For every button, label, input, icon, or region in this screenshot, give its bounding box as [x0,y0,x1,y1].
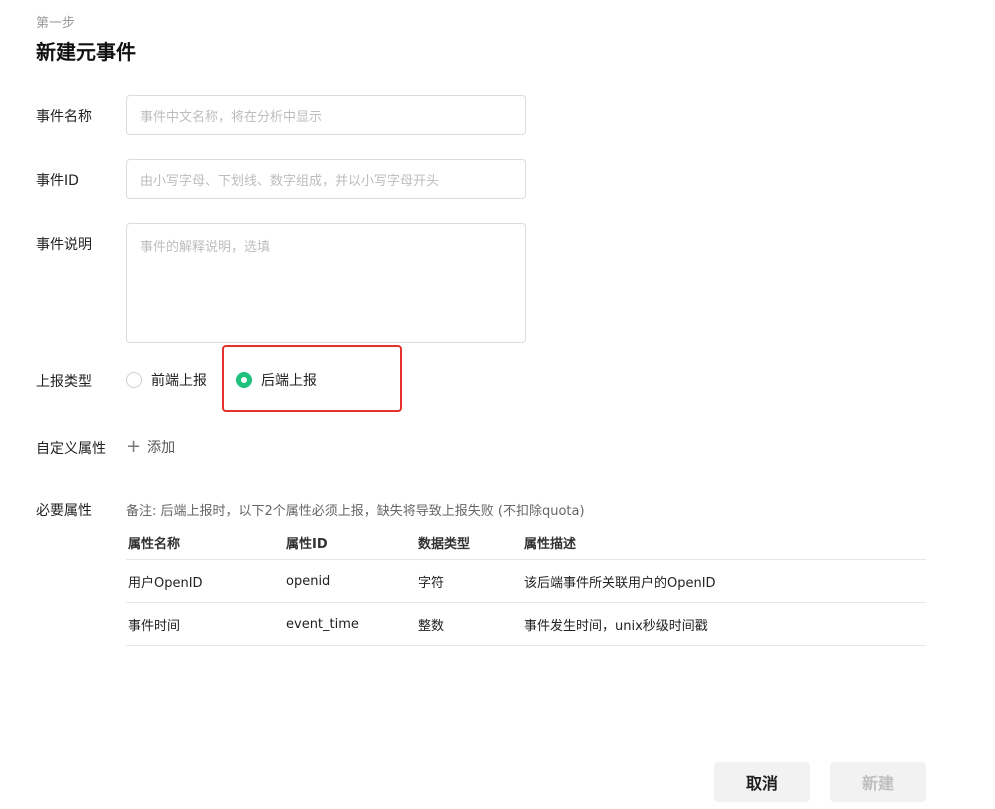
header-prop-desc: 属性描述 [524,536,577,552]
radio-frontend-report[interactable]: 前端上报 [126,370,207,390]
cell-prop-name: 事件时间 [126,602,284,646]
table-header-row: 属性名称 属性ID 数据类型 属性描述 [126,525,926,560]
table-row: 用户OpenID openid 字符 该后端事件所关联用户的OpenID [126,559,926,603]
cell-data-type: 整数 [416,602,522,646]
event-desc-label: 事件说明 [36,237,92,253]
cell-prop-id: event_time [284,602,416,646]
cancel-button[interactable]: 取消 [714,762,810,802]
cell-prop-id: openid [284,559,416,603]
required-props-label: 必要属性 [36,503,92,519]
page-title: 新建元事件 [36,40,136,64]
event-name-label: 事件名称 [36,109,92,125]
create-button[interactable]: 新建 [830,762,926,802]
report-type-label: 上报类型 [36,374,92,390]
selection-highlight-box [222,345,402,412]
required-props-table: 属性名称 属性ID 数据类型 属性描述 用户OpenID openid 字符 该… [126,525,926,646]
step-indicator: 第一步 [36,16,76,31]
custom-props-label: 自定义属性 [36,441,106,457]
event-name-input[interactable]: 事件中文名称，将在分析中显示 [126,95,526,135]
header-data-type: 数据类型 [418,536,471,552]
cell-prop-name: 用户OpenID [126,559,284,603]
cell-prop-desc: 该后端事件所关联用户的OpenID [522,559,926,603]
event-id-input[interactable]: 由小写字母、下划线、数字组成，并以小写字母开头 [126,159,526,199]
event-name-placeholder: 事件中文名称，将在分析中显示 [140,109,323,125]
header-prop-name: 属性名称 [128,536,181,552]
radio-unchecked-icon [126,372,142,388]
radio-frontend-label: 前端上报 [151,373,207,389]
required-props-note: 备注: 后端上报时，以下2个属性必须上报，缺失将导致上报失败 (不扣除quota… [126,504,585,519]
header-prop-id: 属性ID [286,536,328,552]
event-desc-placeholder: 事件的解释说明，选填 [140,240,271,255]
cell-data-type: 字符 [416,559,522,603]
cell-prop-desc: 事件发生时间，unix秒级时间戳 [522,602,926,646]
add-label: 添加 [147,440,176,456]
event-id-placeholder: 由小写字母、下划线、数字组成，并以小写字母开头 [140,173,440,189]
event-id-label: 事件ID [36,173,79,189]
table-row: 事件时间 event_time 整数 事件发生时间，unix秒级时间戳 [126,602,926,646]
plus-icon: + [126,436,142,457]
add-custom-prop-button[interactable]: + 添加 [126,437,175,457]
event-desc-textarea[interactable]: 事件的解释说明，选填 [126,223,526,343]
